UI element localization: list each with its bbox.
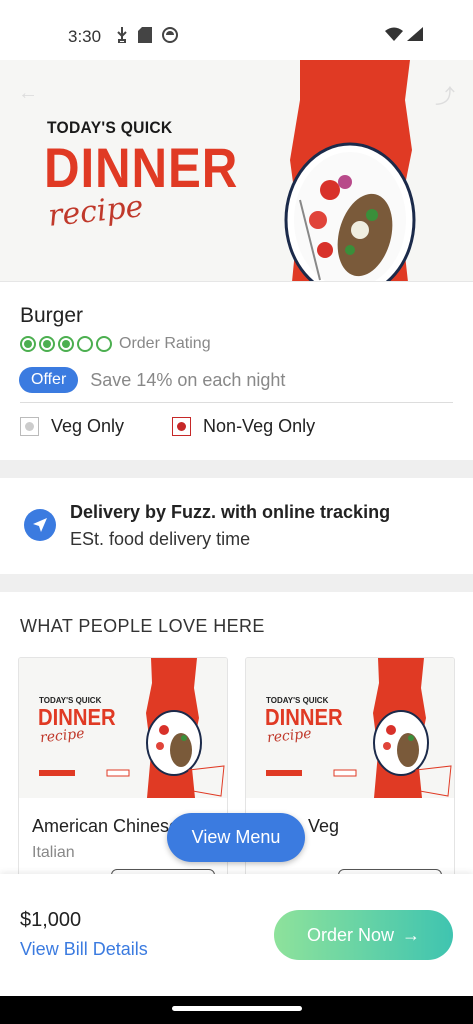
card-image: TODAY'S QUICK DINNER recipe bbox=[246, 658, 454, 798]
dish-info: Burger Order Rating Offer Save 14% on ea… bbox=[0, 282, 473, 460]
card-image: TODAY'S QUICK DINNER recipe bbox=[19, 658, 227, 798]
recommendations-title: WHAT PEOPLE LOVE HERE bbox=[20, 616, 265, 636]
view-menu-button[interactable]: View Menu bbox=[167, 813, 305, 862]
status-time: 3:30 bbox=[68, 27, 102, 46]
section-gap bbox=[0, 574, 473, 592]
nonveg-checkbox[interactable] bbox=[172, 417, 192, 436]
rating-dot-filled bbox=[20, 336, 36, 352]
hero-banner: ← ⤴ TODAY'S QUICK DINNER recipe bbox=[0, 60, 473, 282]
status-icons-left bbox=[116, 27, 178, 43]
card-image-cta bbox=[266, 770, 302, 776]
total-price: $1,000 bbox=[20, 909, 82, 931]
order-rating: Order Rating bbox=[20, 335, 211, 353]
nonveg-only-option[interactable]: Non-Veg Only bbox=[172, 416, 315, 437]
order-now-label: Order Now bbox=[306, 924, 395, 945]
order-now-button[interactable]: Order Now → bbox=[274, 910, 453, 960]
navigation-icon bbox=[24, 509, 56, 541]
diet-filter-row: Veg Only Non-Veg Only bbox=[20, 416, 315, 437]
arrow-right-icon: → bbox=[402, 924, 421, 945]
sd-card-icon bbox=[138, 27, 152, 43]
dish-name: Burger bbox=[20, 304, 84, 327]
delivery-title: Delivery by Fuzz. with online tracking bbox=[70, 502, 391, 522]
veg-checkbox[interactable] bbox=[20, 417, 39, 436]
rating-dot-empty bbox=[77, 336, 93, 352]
wifi-icon bbox=[385, 27, 403, 41]
circle-app-icon bbox=[162, 27, 178, 43]
delivery-subtitle: ESt. food delivery time bbox=[70, 529, 251, 549]
status-icons-right bbox=[385, 27, 423, 41]
veg-only-option[interactable]: Veg Only bbox=[20, 416, 124, 437]
delivery-section: Delivery by Fuzz. with online tracking E… bbox=[0, 478, 473, 574]
checkout-bar: $1,000 View Bill Details Order Now → bbox=[0, 874, 473, 996]
offer-row: Offer Save 14% on each night bbox=[19, 367, 285, 393]
card-cuisine: Italian bbox=[32, 844, 75, 861]
veg-only-label: Veg Only bbox=[51, 416, 125, 436]
divider bbox=[20, 402, 453, 403]
rating-dot-empty bbox=[96, 336, 112, 352]
offer-text: Save 14% on each night bbox=[90, 369, 286, 390]
view-bill-details-link[interactable]: View Bill Details bbox=[20, 939, 148, 960]
rating-dot-filled bbox=[58, 336, 74, 352]
hero-title-small: TODAY'S QUICK bbox=[47, 118, 173, 137]
system-nav-bar bbox=[0, 996, 473, 1024]
signal-icon bbox=[407, 27, 423, 41]
offer-badge: Offer bbox=[19, 367, 79, 393]
nonveg-only-label: Non-Veg Only bbox=[203, 416, 316, 436]
rating-label: Order Rating bbox=[119, 335, 211, 352]
rating-dot-filled bbox=[39, 336, 55, 352]
card-image-cta bbox=[39, 770, 75, 776]
status-bar: 3:30 bbox=[0, 0, 473, 60]
card-title: American Chinese bbox=[32, 816, 180, 836]
section-gap bbox=[0, 460, 473, 478]
home-indicator[interactable] bbox=[172, 1006, 302, 1011]
usb-icon bbox=[117, 27, 127, 43]
hero-title-big: DINNER bbox=[44, 136, 239, 199]
card-title: Veg bbox=[308, 816, 340, 836]
